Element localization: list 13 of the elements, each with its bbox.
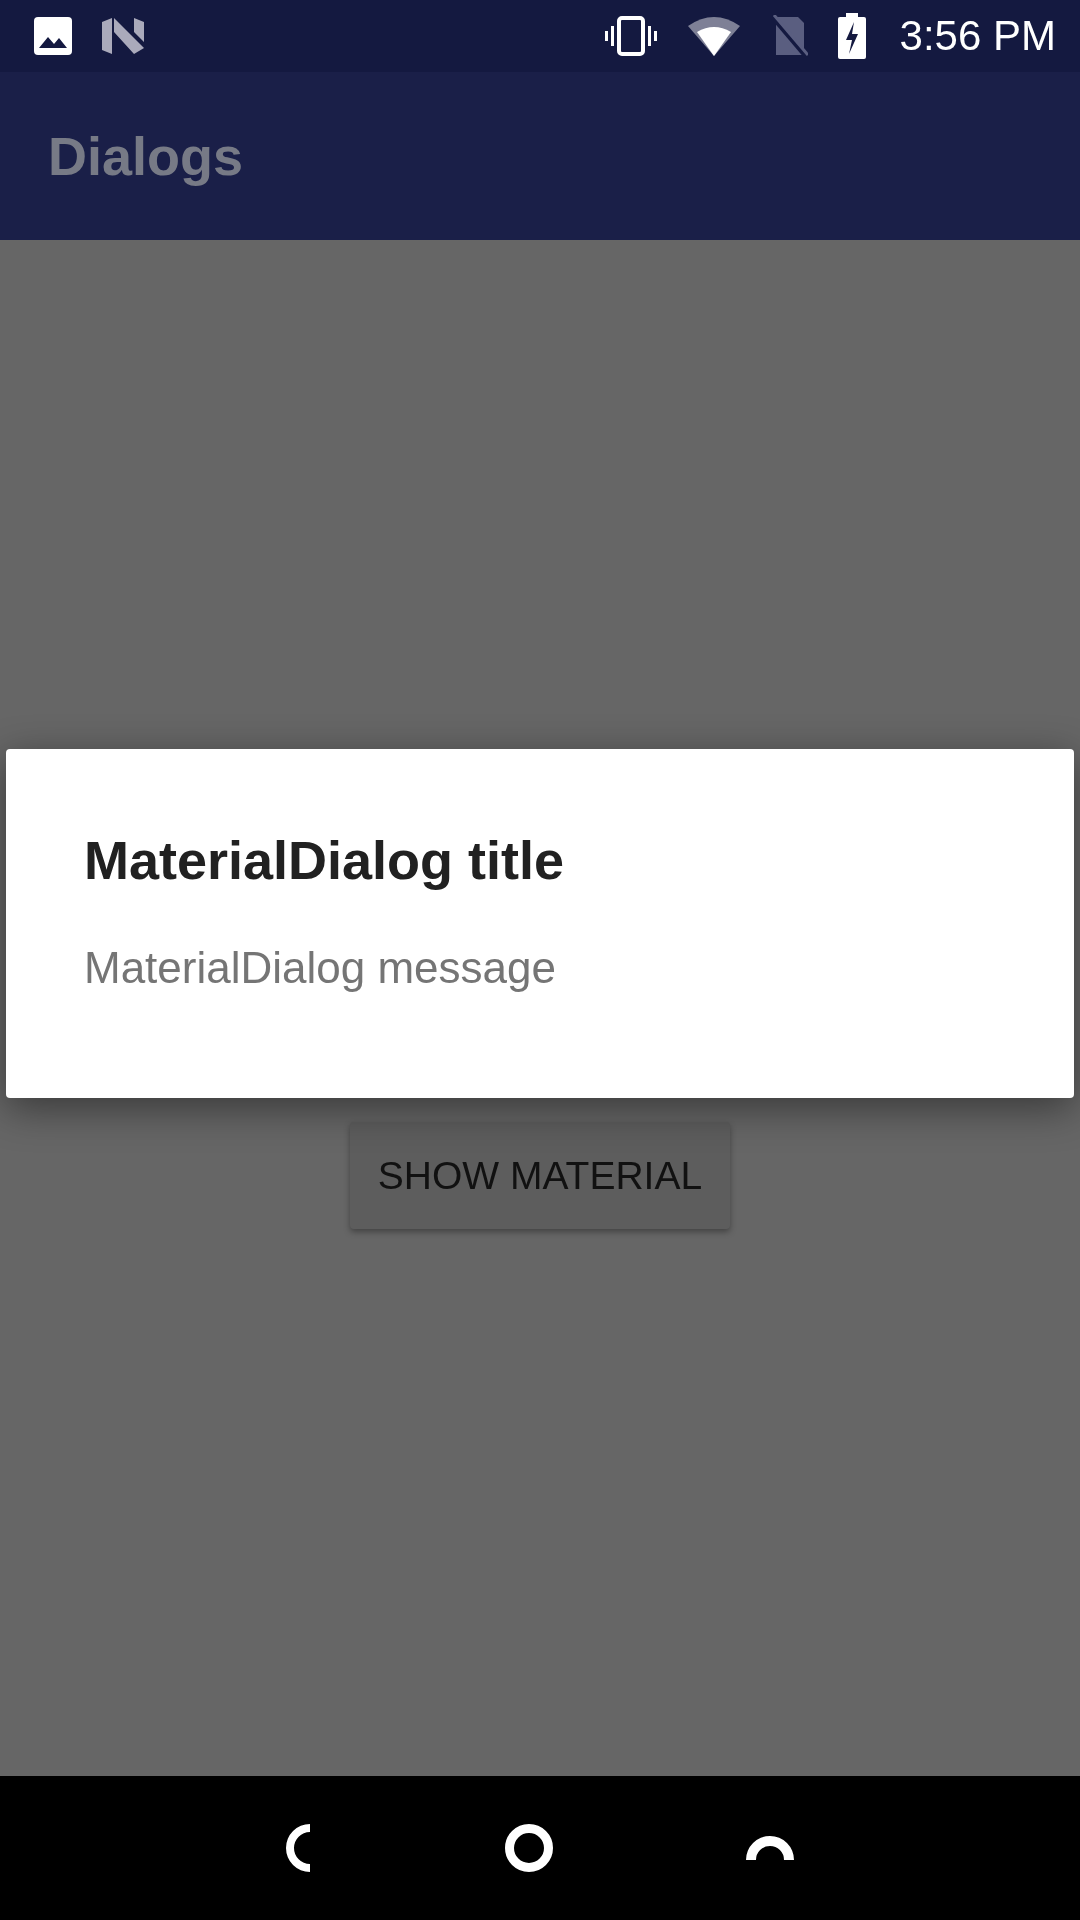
battery-charging-icon bbox=[837, 13, 866, 59]
status-time: 3:56 PM bbox=[899, 12, 1056, 60]
home-icon[interactable] bbox=[505, 1824, 553, 1872]
back-icon[interactable] bbox=[286, 1824, 313, 1872]
vibrate-icon bbox=[603, 16, 658, 56]
logo-icon bbox=[102, 18, 144, 54]
recents-icon[interactable] bbox=[745, 1836, 794, 1860]
show-material-button[interactable]: SHOW MATERIAL bbox=[350, 1122, 730, 1229]
wifi-icon bbox=[687, 16, 740, 56]
app-title: Dialogs bbox=[48, 125, 244, 187]
dialog-title: MaterialDialog title bbox=[84, 829, 566, 891]
dialog-message: MaterialDialog message bbox=[84, 943, 557, 993]
image-icon bbox=[34, 17, 72, 55]
